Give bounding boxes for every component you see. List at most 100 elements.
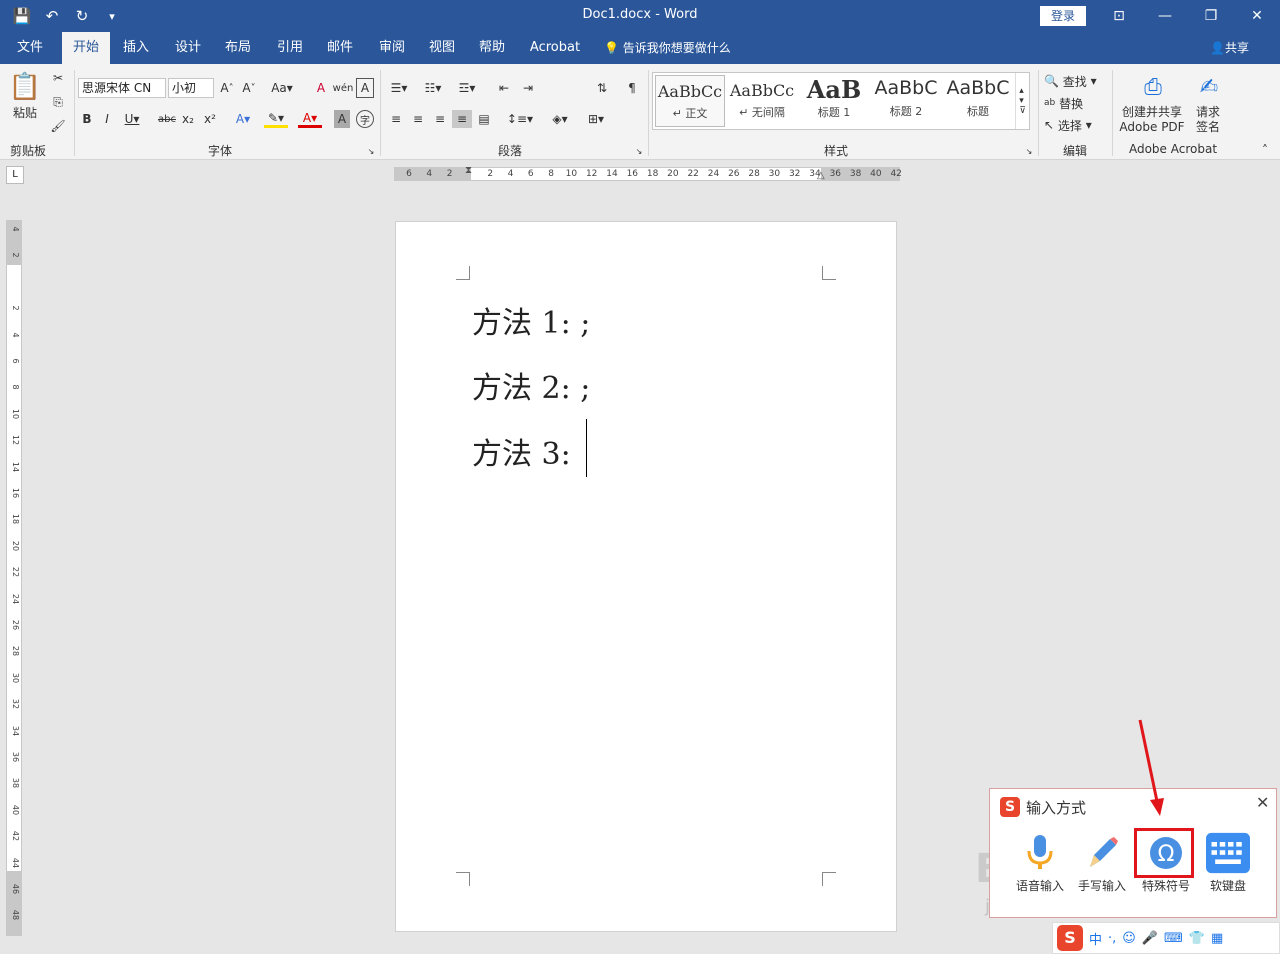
find-button[interactable]: 🔍 查找 ▾ bbox=[1044, 72, 1108, 90]
right-indent-marker-icon[interactable]: △ bbox=[817, 170, 827, 182]
show-marks-icon[interactable]: ¶ bbox=[622, 78, 642, 98]
select-button[interactable]: ↖ 选择 ▾ bbox=[1044, 116, 1108, 134]
document-line[interactable]: 方法 1: ; bbox=[472, 298, 590, 342]
increase-indent-icon[interactable]: ⇥ bbox=[518, 78, 538, 98]
indent-marker-icon[interactable]: ⧗ bbox=[465, 165, 475, 185]
copy-icon[interactable]: ⎘ bbox=[50, 94, 66, 110]
styles-dialog-launcher-icon[interactable]: ↘ bbox=[1024, 146, 1034, 156]
tab-view[interactable]: 视图 bbox=[420, 32, 464, 64]
strikethrough-icon[interactable]: abc bbox=[156, 110, 178, 128]
paragraph-dialog-launcher-icon[interactable]: ↘ bbox=[634, 146, 644, 156]
request-sign-icon[interactable]: ✍ bbox=[1194, 72, 1224, 102]
underline-icon[interactable]: U▾ bbox=[122, 110, 142, 128]
format-painter-icon[interactable]: 🖌 bbox=[50, 118, 66, 134]
highlight-icon[interactable]: ✎▾ bbox=[264, 110, 288, 128]
tab-insert[interactable]: 插入 bbox=[114, 32, 158, 64]
restore-icon[interactable]: ❐ bbox=[1188, 0, 1234, 32]
tell-me-search[interactable]: 💡 告诉我你想要做什么 bbox=[604, 32, 731, 64]
clear-format-icon[interactable]: A bbox=[312, 78, 330, 98]
skin-icon[interactable]: 👕 bbox=[1189, 931, 1205, 946]
ruler-tick bbox=[8, 275, 20, 289]
highlight-box bbox=[1134, 828, 1194, 878]
replace-button[interactable]: ab 替换 bbox=[1044, 94, 1108, 112]
tab-layout[interactable]: 布局 bbox=[216, 32, 260, 64]
login-button[interactable]: 登录 bbox=[1040, 6, 1086, 26]
horizontal-ruler[interactable]: 6 4 2 2 4 6 8 10 12 14 16 18 20 22 24 26 28 30 32 34 36 38 40 4… bbox=[394, 165, 902, 182]
tab-review[interactable]: 审阅 bbox=[370, 32, 414, 64]
subscript-icon[interactable]: x₂ bbox=[180, 110, 196, 128]
text-effects-icon[interactable]: A▾ bbox=[232, 110, 254, 128]
tab-help[interactable]: 帮助 bbox=[470, 32, 514, 64]
grow-font-icon[interactable]: A ˄ bbox=[218, 78, 236, 98]
request-sign-button[interactable]: 请求签名 bbox=[1194, 104, 1222, 136]
close-icon[interactable]: ✕ bbox=[1234, 0, 1280, 32]
font-name-combo[interactable]: 思源宋体 CN bbox=[78, 78, 166, 98]
italic-icon[interactable]: I bbox=[100, 110, 114, 128]
font-color-icon[interactable]: A▾ bbox=[298, 110, 322, 128]
justify-icon[interactable]: ≡ bbox=[452, 110, 472, 128]
cut-icon[interactable]: ✂ bbox=[50, 70, 66, 86]
style-heading-2[interactable]: AaBbC 标题 2 bbox=[871, 75, 941, 127]
share-button[interactable]: 👤共享 bbox=[1210, 32, 1249, 64]
handwriting-input-option[interactable]: 手写输入 bbox=[1072, 831, 1132, 894]
document-line[interactable]: 方法 3: bbox=[472, 429, 571, 473]
style-no-spacing[interactable]: AaBbCc ↵ 无间隔 bbox=[727, 75, 797, 127]
align-center-icon[interactable]: ≡ bbox=[408, 110, 428, 128]
ribbon-tabs: 文件 开始 插入 设计 布局 引用 邮件 审阅 视图 帮助 Acrobat 💡 … bbox=[0, 32, 1280, 64]
tab-mailings[interactable]: 邮件 bbox=[318, 32, 362, 64]
multilevel-list-icon[interactable]: ☲▾ bbox=[454, 78, 480, 98]
vertical-ruler[interactable]: 4 2 2 4 6 8 10 12 14 16 18 20 22 24 26 28 30 32 34 36 38 40 42… bbox=[6, 220, 22, 936]
toolbox-icon[interactable]: ▦ bbox=[1211, 931, 1223, 946]
keyboard-icon[interactable]: ⌨ bbox=[1164, 931, 1183, 946]
tab-references[interactable]: 引用 bbox=[268, 32, 312, 64]
borders-icon[interactable]: ⊞▾ bbox=[582, 110, 610, 128]
tab-acrobat[interactable]: Acrobat bbox=[526, 32, 584, 64]
close-icon[interactable]: ✕ bbox=[1256, 793, 1269, 812]
tab-design[interactable]: 设计 bbox=[166, 32, 210, 64]
sort-icon[interactable]: ⇅ bbox=[592, 78, 612, 98]
tab-selector[interactable]: L bbox=[6, 166, 24, 184]
align-left-icon[interactable]: ≡ bbox=[386, 110, 406, 128]
decrease-indent-icon[interactable]: ⇤ bbox=[494, 78, 514, 98]
distributed-icon[interactable]: ▤ bbox=[474, 110, 494, 128]
enclose-char-icon[interactable]: 字 bbox=[356, 110, 374, 128]
style-normal[interactable]: AaBbCc ↵ 正文 bbox=[655, 75, 725, 127]
ruler-tick: 4 bbox=[507, 169, 514, 179]
paste-button[interactable]: 粘贴 bbox=[8, 104, 42, 120]
voice-input-option[interactable]: 语音输入 bbox=[1010, 831, 1070, 894]
shading-icon[interactable]: ◈▾ bbox=[546, 110, 574, 128]
sogou-logo-icon[interactable]: S bbox=[1057, 925, 1083, 951]
style-sample: AaBbC bbox=[874, 77, 938, 99]
font-dialog-launcher-icon[interactable]: ↘ bbox=[366, 146, 376, 156]
soft-keyboard-option[interactable]: 软键盘 bbox=[1198, 831, 1258, 894]
bullets-icon[interactable]: ☰▾ bbox=[386, 78, 412, 98]
style-title[interactable]: AaBbC 标题 bbox=[943, 75, 1013, 127]
ribbon-display-icon[interactable]: ⊡ bbox=[1096, 0, 1142, 32]
change-case-icon[interactable]: Aa▾ bbox=[270, 78, 294, 98]
tab-home[interactable]: 开始 bbox=[62, 32, 110, 64]
line-spacing-icon[interactable]: ↕≡▾ bbox=[506, 110, 534, 128]
phonetic-guide-icon[interactable]: wén bbox=[333, 78, 354, 98]
style-heading-1[interactable]: AaB 标题 1 bbox=[799, 75, 869, 127]
chinese-mode-toggle[interactable]: 中 bbox=[1089, 929, 1102, 948]
tab-file[interactable]: 文件 bbox=[8, 32, 52, 64]
microphone-icon[interactable]: 🎤 bbox=[1142, 931, 1158, 946]
numbering-icon[interactable]: ☷▾ bbox=[420, 78, 446, 98]
bold-icon[interactable]: B bbox=[80, 110, 94, 128]
shrink-font-icon[interactable]: A ˅ bbox=[240, 78, 258, 98]
char-border-icon[interactable]: A bbox=[356, 78, 374, 98]
superscript-icon[interactable]: x² bbox=[202, 110, 218, 128]
document-line[interactable]: 方法 2: ; bbox=[472, 363, 590, 407]
font-size-combo[interactable]: 小初 bbox=[168, 78, 214, 98]
create-pdf-icon[interactable]: ⎙ bbox=[1138, 72, 1168, 102]
punctuation-icon[interactable]: ·, bbox=[1108, 931, 1116, 946]
paste-icon[interactable]: 📋 bbox=[8, 70, 42, 104]
char-shading-icon[interactable]: A bbox=[334, 110, 350, 128]
minimize-icon[interactable]: — bbox=[1142, 0, 1188, 32]
emoji-icon[interactable]: ☺ bbox=[1122, 931, 1136, 946]
align-right-icon[interactable]: ≡ bbox=[430, 110, 450, 128]
create-pdf-button[interactable]: 创建并共享 Adobe PDF bbox=[1116, 104, 1188, 136]
document-page[interactable]: 方法 1: ; 方法 2: ; 方法 3: bbox=[395, 221, 897, 932]
collapse-ribbon-icon[interactable]: ˄ bbox=[1258, 143, 1272, 157]
styles-scroll[interactable]: ▴ ▾ ⊽ bbox=[1015, 73, 1029, 129]
